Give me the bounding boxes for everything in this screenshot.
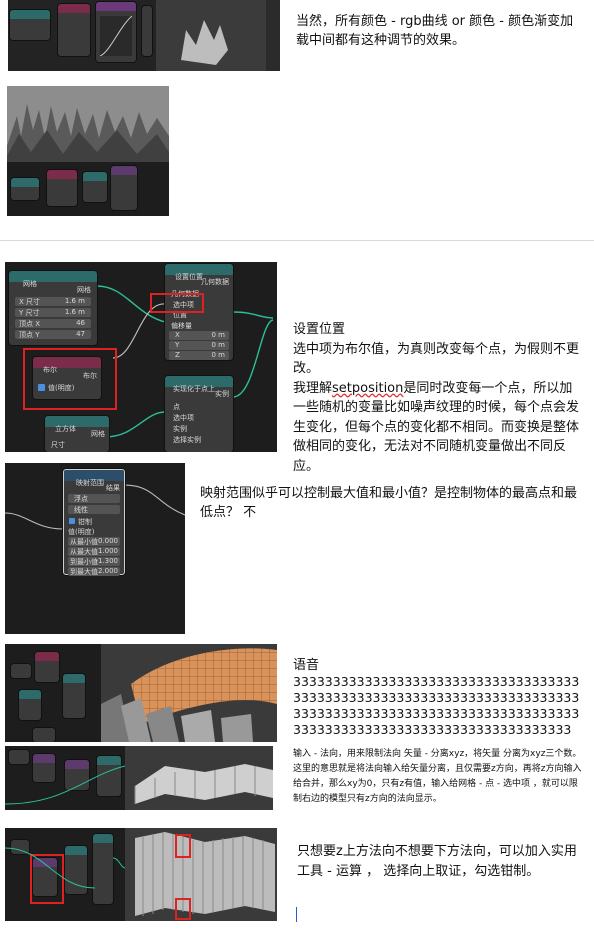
node [10,10,50,40]
highlight-bottom [175,898,191,920]
node-grid: 网格 网格 X 尺寸 1.6 m Y 尺寸 1.6 m 顶点 X 46 顶点 Y 47 [9,271,97,345]
mesh-viewport [101,644,277,742]
node [11,664,31,678]
node [111,166,137,210]
normal-viewport [125,746,273,810]
note-digits: 3333333333333333333333333333333333333333… [293,674,580,737]
note-clamp: 只想要z上方法向不想要下方法向，可以加入实用工具 - 运算 ， 选择向上取证，勾… [297,844,577,879]
screenshot-map-range: 映射范围 结果 浮点 线性 钳制 值(明度) 从最小值 0.000 从最大值 1.0… [5,463,185,634]
node-boolean: 布尔 布尔 值(明度) [33,357,101,399]
screenshot-set-position: 网格 网格 X 尺寸 1.6 m Y 尺寸 1.6 m 顶点 X 46 顶点 Y 47 … [5,262,277,452]
clamp-viewport [125,828,277,921]
node [11,178,39,200]
note-set-position: 设置位置 选中项为布尔值，为真则改变每个点，为假则不更改。 我理解setposi… [293,320,585,476]
note-line: 我理解setposition是同时改变每一个点，所以加一些随机的变量比如噪声纹理… [293,380,580,474]
node [47,170,77,206]
note-title: 语音 [293,658,320,673]
screenshot-orange-mesh [5,644,277,742]
text-cursor [296,907,297,922]
highlight-top [175,834,191,858]
note-line: 选中项为布尔值，为真则改变每个点，为假则不更改。 [293,341,580,377]
screenshot-normal-nodes [5,746,273,810]
curve-node [96,2,136,62]
node [19,690,41,720]
screenshot-curve-nodes [8,0,280,71]
checkbox-icon[interactable] [69,518,75,524]
terrain-viewport [7,86,169,162]
node-cube: 立方体 网格 尺寸 [45,416,109,452]
screenshot-clamp [5,828,277,921]
checkbox-icon[interactable] [38,384,45,391]
node [35,652,59,682]
note-voice: 语音 3333333333333333333333333333333333333… [293,658,585,738]
node-instance-on-points: 实现化于点上 实例 点 选中项 实例 选择实例 [165,376,233,452]
note-map-range: 映射范围似乎可以控制最大值和最小值？是控制物体的最高点和最低点？ 不 [200,486,578,520]
note-title: 设置位置 [293,322,346,337]
node [83,172,107,202]
node [142,6,152,56]
note-color-adjust: 当然，所有颜色 - rgb曲线 or 颜色 - 颜色渐变加载中间都有这种调节的效… [296,14,574,48]
node [63,674,85,718]
node [58,4,90,56]
screenshot-terrain [7,86,169,216]
preview-viewport [156,0,266,71]
note-normal: 输入 - 法向，用来限制法向 矢量 - 分离xyz，将矢量 分离为xyz三个数。… [293,749,582,804]
node-map-range: 映射范围 结果 浮点 线性 钳制 值(明度) 从最小值 0.000 从最大值 1.0… [63,469,125,576]
node [33,728,55,742]
highlight-selection [150,293,204,313]
